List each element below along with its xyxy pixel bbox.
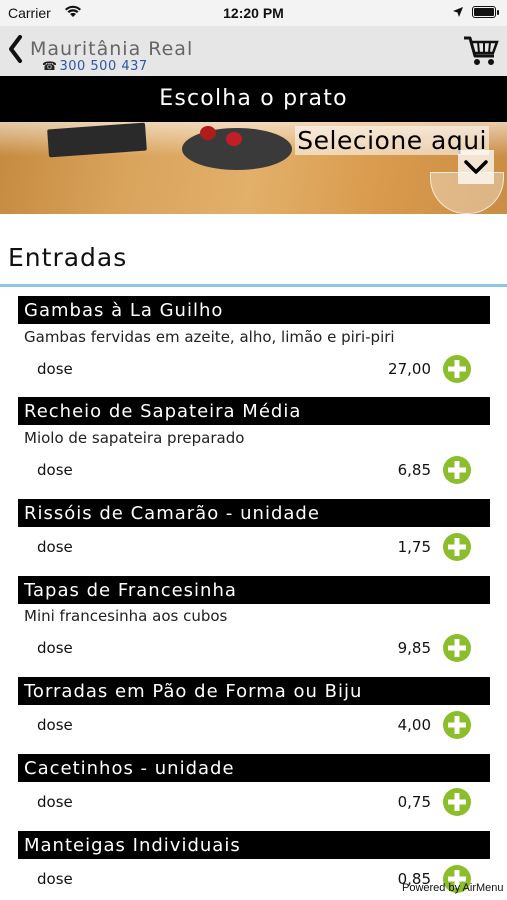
- plus-circle-icon: [443, 456, 471, 484]
- price: 9,85: [397, 639, 431, 657]
- add-item-button[interactable]: [442, 354, 472, 384]
- portion-label: dose: [37, 360, 73, 378]
- cart-icon: [464, 36, 499, 65]
- portion-label: dose: [37, 461, 73, 479]
- status-bar: Carrier 12:20 PM: [0, 0, 507, 26]
- powered-by-label: Powered by AirMenu: [402, 882, 504, 894]
- clock: 12:20 PM: [223, 5, 284, 21]
- menu-item-name: Recheio de Sapateira Média: [18, 397, 490, 425]
- portion-label: dose: [37, 639, 73, 657]
- cart-button[interactable]: [462, 34, 500, 68]
- plus-circle-icon: [443, 788, 471, 816]
- price: 1,75: [397, 538, 431, 556]
- menu-item-description: Mini francesinha aos cubos: [24, 607, 228, 625]
- plus-circle-icon: [443, 533, 471, 561]
- menu-item-name: Manteigas Individuais: [18, 831, 490, 859]
- chevron-down-icon[interactable]: [458, 150, 494, 188]
- menu-item-name: Cacetinhos - unidade: [18, 754, 490, 782]
- restaurant-name: Mauritânia Real: [30, 38, 194, 60]
- plus-circle-icon: [443, 711, 471, 739]
- page-title: Escolha o prato: [0, 76, 507, 122]
- plus-circle-icon: [443, 355, 471, 383]
- add-item-button[interactable]: [442, 532, 472, 562]
- phone-number: 300 500 437: [59, 59, 148, 74]
- portion-label: dose: [37, 793, 73, 811]
- portion-label: dose: [37, 870, 73, 888]
- phone-link[interactable]: ☎ 300 500 437: [42, 59, 148, 74]
- phone-icon: ☎: [42, 59, 58, 73]
- location-arrow-icon: [452, 6, 464, 22]
- menu-item-name: Torradas em Pão de Forma ou Biju: [18, 677, 490, 705]
- add-item-button[interactable]: [442, 787, 472, 817]
- price: 6,85: [397, 461, 431, 479]
- back-button[interactable]: [6, 34, 26, 64]
- add-item-button[interactable]: [442, 710, 472, 740]
- banner-image-berry: [226, 132, 242, 146]
- price: 4,00: [397, 716, 431, 734]
- menu-item-name: Gambas à La Guilho: [18, 296, 490, 324]
- portion-label: dose: [37, 716, 73, 734]
- menu-item-name: Rissóis de Camarão - unidade: [18, 499, 490, 527]
- menu-item-description: Miolo de sapateira preparado: [24, 429, 245, 447]
- app-header: Mauritânia Real ☎ 300 500 437: [0, 26, 507, 76]
- battery-icon: [472, 6, 499, 18]
- chevron-left-icon: [9, 35, 22, 63]
- portion-label: dose: [37, 538, 73, 556]
- add-item-button[interactable]: [442, 633, 472, 663]
- banner-image-berry: [200, 126, 216, 140]
- plus-circle-icon: [443, 634, 471, 662]
- add-item-button[interactable]: [442, 455, 472, 485]
- price: 27,00: [388, 360, 431, 378]
- category-selector[interactable]: Selecione aqui: [0, 122, 507, 214]
- section-divider: [0, 284, 507, 287]
- menu-item-description: Gambas fervidas em azeite, alho, limão e…: [24, 328, 395, 346]
- price: 0,75: [397, 793, 431, 811]
- menu-item-name: Tapas de Francesinha: [18, 576, 490, 604]
- section-title: Entradas: [8, 243, 128, 272]
